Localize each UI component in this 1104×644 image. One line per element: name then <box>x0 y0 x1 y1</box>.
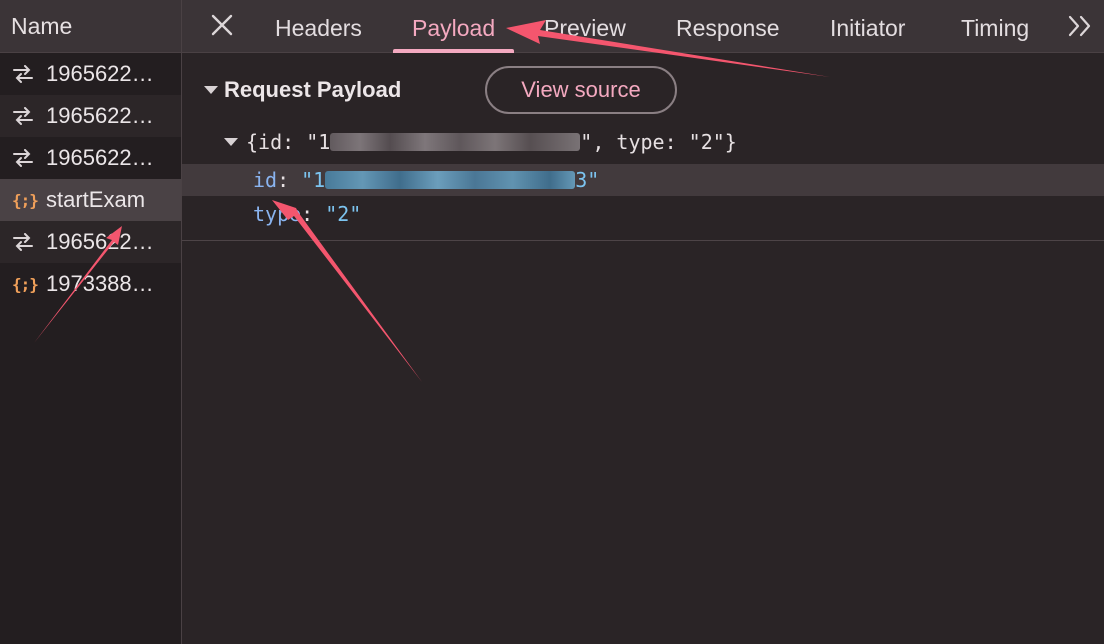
close-icon[interactable] <box>209 12 235 38</box>
property-key: id <box>253 168 278 192</box>
property-value: "2" <box>325 202 362 226</box>
json-icon: {;} <box>12 274 39 294</box>
request-row[interactable]: 1965622… <box>0 95 181 137</box>
tab-payload[interactable]: Payload <box>392 0 515 53</box>
property-value-suffix: 3" <box>575 168 600 192</box>
request-name: 1965622… <box>46 145 154 170</box>
xhr-icon <box>12 149 38 167</box>
tab-response[interactable]: Response <box>676 0 780 53</box>
xhr-icon <box>12 233 38 251</box>
payload-section-header[interactable]: Request Payload <box>204 77 401 103</box>
json-icon: {;} <box>12 190 39 210</box>
request-details-panel: Headers Payload Preview Response Initiat… <box>182 0 1104 644</box>
xhr-icon <box>12 65 38 83</box>
tab-headers[interactable]: Headers <box>275 0 362 53</box>
xhr-icon <box>12 107 38 125</box>
object-summary-open: {id: "1 <box>246 130 331 154</box>
redacted-id-value <box>330 133 581 151</box>
details-tab-bar: Headers Payload Preview Response Initiat… <box>182 0 1104 53</box>
property-value-prefix: "1 <box>301 168 326 192</box>
request-row[interactable]: {;} 1973388… <box>0 263 181 305</box>
payload-object-summary[interactable]: {id: "1 ", type: "2"} <box>224 125 737 159</box>
view-source-button[interactable]: View source <box>485 66 677 114</box>
expand-triangle-icon[interactable] <box>224 138 238 146</box>
request-name: 1965622… <box>46 229 154 254</box>
request-row[interactable]: 1965622… <box>0 221 181 263</box>
request-name: 1973388… <box>46 271 154 296</box>
object-summary-close: ", type: "2"} <box>580 130 737 154</box>
request-row-selected[interactable]: {;} startExam <box>0 179 181 221</box>
request-payload-section: Request Payload View source {id: "1 ", t… <box>182 53 1104 241</box>
name-column-header[interactable]: Name <box>0 0 181 53</box>
expand-triangle-icon[interactable] <box>204 86 218 94</box>
more-tabs-chevron-icon[interactable] <box>1066 12 1096 40</box>
request-row[interactable]: 1965622… <box>0 137 181 179</box>
request-row[interactable]: 1965622… <box>0 53 181 95</box>
payload-property-type[interactable]: type: "2" <box>182 198 1104 230</box>
request-name: 1965622… <box>46 61 154 86</box>
request-name: 1965622… <box>46 103 154 128</box>
request-name: startExam <box>46 187 146 212</box>
devtools-network-panel: Name 1965622… 1965622… 1965622… {;} star… <box>0 0 1104 644</box>
redacted-id-value <box>325 171 576 189</box>
tab-preview[interactable]: Preview <box>544 0 626 53</box>
tab-initiator[interactable]: Initiator <box>830 0 905 53</box>
tab-timing[interactable]: Timing <box>961 0 1029 53</box>
section-title: Request Payload <box>224 77 402 102</box>
property-key: type <box>253 202 302 226</box>
request-list: Name 1965622… 1965622… 1965622… {;} star… <box>0 0 182 644</box>
payload-property-id[interactable]: id: "1 3" <box>182 164 1104 196</box>
